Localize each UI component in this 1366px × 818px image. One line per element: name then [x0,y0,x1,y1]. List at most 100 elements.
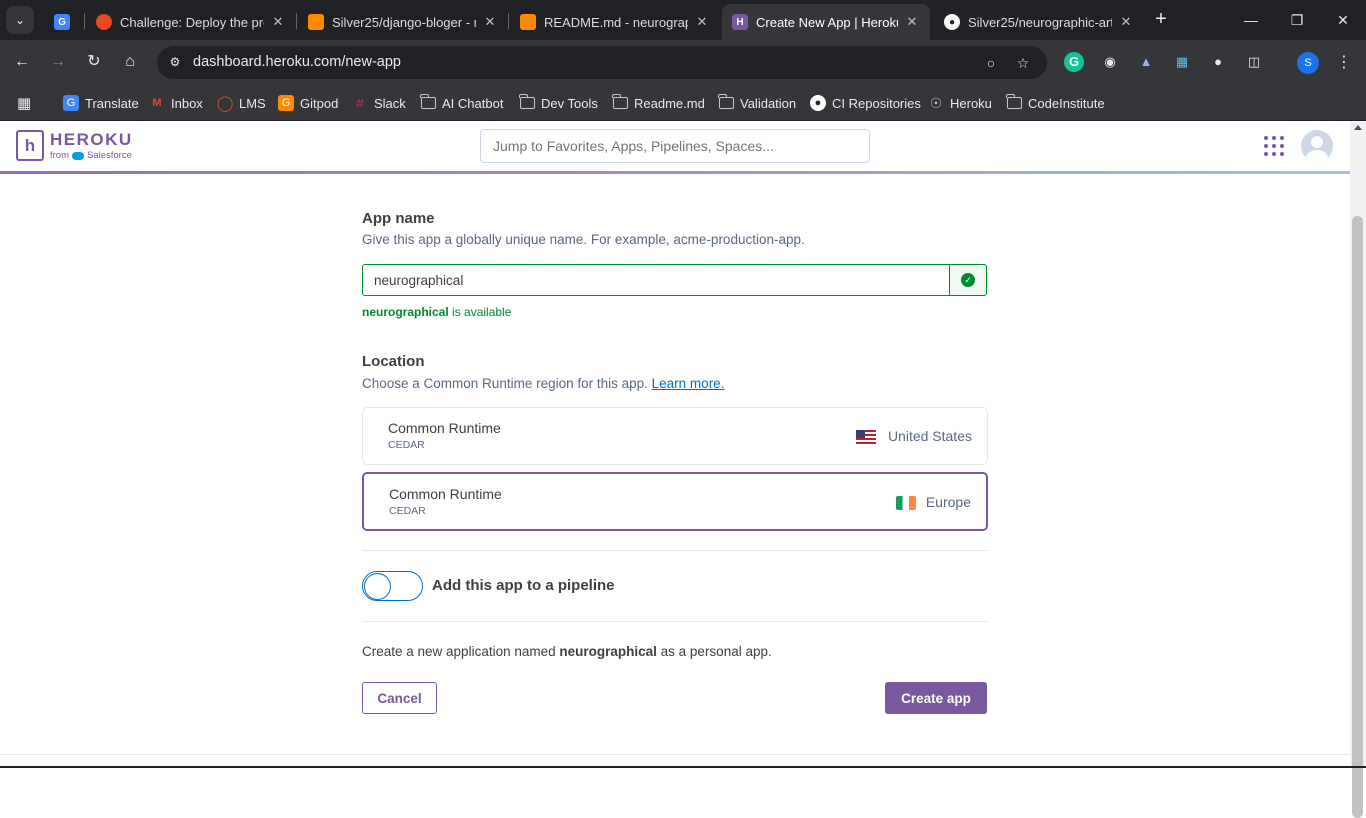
tab-github-neurographic[interactable]: ● Silver25/neurographic-art ✕ [934,4,1144,40]
pipeline-toggle[interactable] [362,571,423,601]
eye-off-icon[interactable]: ○ [981,53,1001,73]
apps-grid-icon[interactable]: ▦ [17,92,31,114]
tab-readme[interactable]: README.md - neurograph ✕ [510,4,720,40]
cancel-button[interactable]: Cancel [362,682,437,714]
home-button[interactable]: ⌂ [118,50,142,74]
location-title: Location [362,353,425,370]
address-bar[interactable]: ⚙ dashboard.heroku.com/new-app ○ ☆ [157,46,1047,79]
camera-icon[interactable]: ◉ [1100,52,1120,72]
create-summary: Create a new application named neurograp… [362,644,772,659]
folder-icon [1005,94,1022,111]
divider [362,621,988,622]
scroll-thumb[interactable] [1352,216,1363,818]
user-avatar[interactable] [1301,130,1333,162]
bookmark-validation[interactable]: Validation [717,92,796,114]
url-text[interactable]: dashboard.heroku.com/new-app [193,54,401,70]
close-icon[interactable]: ✕ [1118,14,1134,30]
bookmark-ai-chatbot[interactable]: AI Chatbot [419,92,503,114]
grammarly-icon[interactable]: G [1064,52,1084,72]
bookmark-gitpod[interactable]: G Gitpod [278,92,338,114]
app-name-description: Give this app a globally unique name. Fo… [362,232,805,247]
tab-search-button[interactable]: ⌄ [6,6,34,34]
minimize-button[interactable]: — [1239,8,1263,32]
heroku-brand-sub: from Salesforce [50,150,132,161]
slack-icon: # [356,95,364,111]
salesforce-cloud-icon [72,151,84,160]
tab-pinned-translate[interactable]: G [44,4,84,40]
tab-strip: ⌄ G Challenge: Deploy the proj ✕ Silver2… [0,0,1366,40]
restore-button[interactable]: ❐ [1285,8,1309,32]
region-option-europe[interactable]: Common Runtime CEDAR Europe [362,472,988,531]
create-app-button[interactable]: Create app [885,682,987,714]
chevron-down-icon: ⌄ [14,13,26,27]
tab-django-bloger[interactable]: Silver25/django-bloger - m ✕ [298,4,508,40]
close-icon[interactable]: ✕ [694,14,710,30]
site-info-icon[interactable]: ⚙ [167,54,183,70]
ireland-flag-icon [896,496,916,510]
folder-icon [717,94,734,111]
heroku-logo-icon[interactable]: h [16,130,44,161]
github-icon: ● [810,95,826,111]
codeinstitute-icon [96,14,112,30]
divider [362,550,988,551]
new-tab-button[interactable]: + [1150,9,1172,31]
heroku-header: h HEROKU from Salesforce [0,121,1350,171]
location-description: Choose a Common Runtime region for this … [362,376,725,391]
forward-button[interactable]: → [46,50,70,74]
folder-icon [518,94,535,111]
google-translate-icon: G [54,14,70,30]
bookmark-ci-repositories[interactable]: ● CI Repositories [810,92,921,114]
back-button[interactable]: ← [10,50,34,74]
apps-grid-icon[interactable] [1264,136,1284,156]
cookie-icon[interactable]: ● [1208,52,1228,72]
app-name-input[interactable] [362,264,950,296]
bookmark-heroku[interactable]: ☉ Heroku [928,92,992,114]
close-icon[interactable]: ✕ [482,14,498,30]
puzzle-extensions-icon[interactable]: ◫ [1244,52,1264,72]
google-translate-icon: G [63,95,79,111]
bookmark-lms[interactable]: ◯ LMS [217,92,266,114]
region-option-us[interactable]: Common Runtime CEDAR United States [362,407,988,465]
close-icon[interactable]: ✕ [904,14,920,30]
codeinstitute-icon: ◯ [216,95,234,112]
checkmark-icon: ✓ [961,273,975,287]
reload-button[interactable]: ↻ [82,50,106,74]
browser-toolbar: ← → ↻ ⌂ ⚙ dashboard.heroku.com/new-app ○… [0,40,1366,85]
bookmark-codeinstitute[interactable]: CodeInstitute [1005,92,1105,114]
bookmark-inbox[interactable]: M Inbox [149,92,202,114]
heroku-icon: H [732,14,748,30]
tab-challenge[interactable]: Challenge: Deploy the proj ✕ [86,4,296,40]
bookmark-dev-tools[interactable]: Dev Tools [518,92,598,114]
jump-search-input[interactable] [480,129,870,163]
close-icon[interactable]: ✕ [270,14,286,30]
browser-menu-icon[interactable]: ⋮ [1334,52,1354,74]
window-close-button[interactable]: ✕ [1331,8,1355,32]
paint-icon[interactable]: ▲ [1136,52,1156,72]
availability-message: neurographical is available [362,305,512,319]
gitpod-icon [520,14,536,30]
printer-icon[interactable]: ▦ [1172,52,1192,72]
heroku-brand[interactable]: HEROKU [50,130,133,150]
bookmark-translate[interactable]: G Translate [63,92,139,114]
app-name-title: App name [362,210,435,227]
bookmark-readme[interactable]: Readme.md [611,92,705,114]
us-flag-icon [856,430,876,444]
new-app-form: App name Give this app a globally unique… [362,174,988,754]
tab-heroku-new-app[interactable]: H Create New App | Heroku ✕ [722,4,930,40]
bookmark-slack[interactable]: # Slack [352,92,406,114]
profile-avatar[interactable]: S [1297,52,1319,74]
gitpod-icon [308,14,324,30]
github-icon: ● [944,14,960,30]
bookmark-star-icon[interactable]: ☆ [1013,53,1033,73]
bookmarks-bar: ▦ G Translate M Inbox ◯ LMS G Gitpod # S… [0,85,1366,121]
globe-icon: ☉ [929,94,943,111]
gitpod-icon: G [278,95,294,111]
learn-more-link[interactable]: Learn more. [652,376,725,391]
gmail-icon: M [152,97,162,109]
pipeline-label: Add this app to a pipeline [432,577,615,594]
folder-icon [611,94,628,111]
page-scrollbar[interactable] [1350,121,1366,818]
folder-icon [419,94,436,111]
name-valid-indicator: ✓ [949,264,987,296]
scroll-up-arrow-icon[interactable] [1354,125,1362,130]
